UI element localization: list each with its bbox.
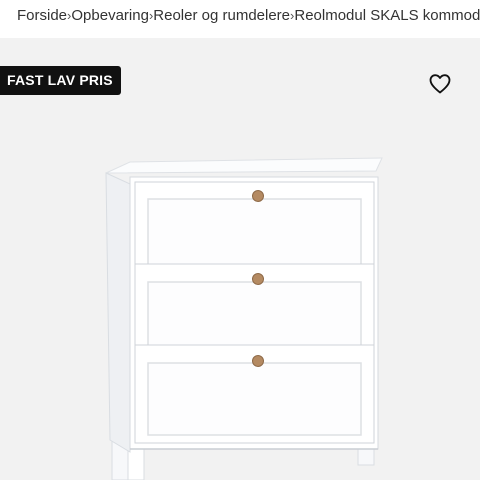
breadcrumb-link-reolmodul[interactable]: Reolmodul SKALS kommode bbox=[294, 7, 480, 24]
breadcrumb-link-opbevaring[interactable]: Opbevaring bbox=[71, 7, 149, 24]
breadcrumb: Forside › Opbevaring › Reoler og rumdele… bbox=[0, 0, 480, 30]
price-badge: FAST LAV PRIS bbox=[0, 66, 121, 95]
heart-outline-icon[interactable] bbox=[428, 72, 452, 96]
product-page: Forside › Opbevaring › Reoler og rumdele… bbox=[0, 0, 480, 480]
breadcrumb-link-reoler[interactable]: Reoler og rumdelere bbox=[153, 7, 290, 24]
product-photo-dresser[interactable] bbox=[100, 155, 390, 480]
breadcrumb-link-forside[interactable]: Forside bbox=[17, 7, 67, 24]
